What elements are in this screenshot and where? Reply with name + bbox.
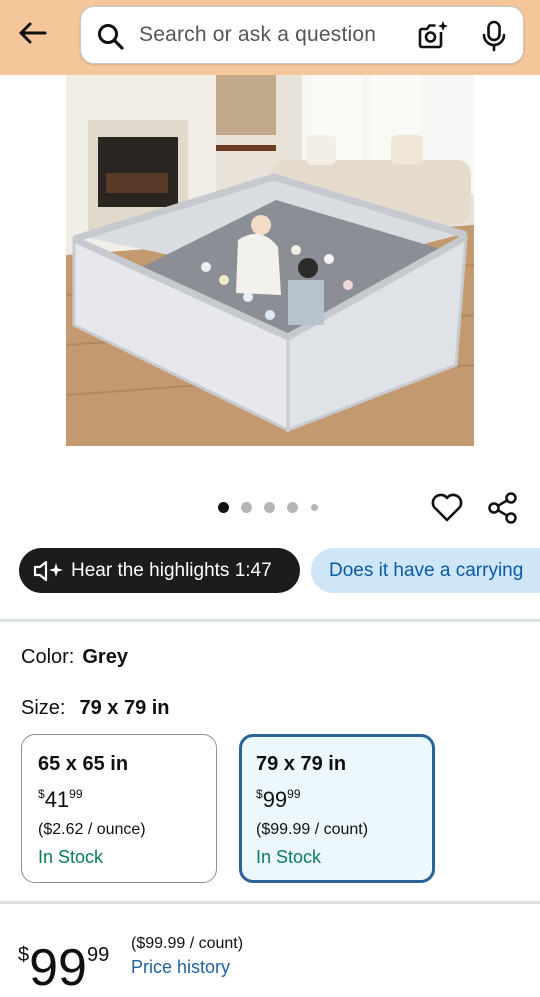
hear-highlights-button[interactable]: Hear the highlights 1:47	[19, 548, 300, 593]
color-label: Color:	[21, 646, 75, 668]
hear-highlights-label: Hear the highlights 1:47	[71, 559, 272, 581]
speaker-sparkle-icon	[33, 560, 65, 582]
playpen-photo	[66, 75, 474, 446]
size-option-stock: In Stock	[38, 847, 104, 867]
color-value: Grey	[82, 646, 128, 668]
color-row: Color: Grey	[21, 646, 128, 669]
carousel-dot[interactable]	[218, 502, 229, 513]
back-button[interactable]	[14, 17, 50, 49]
carousel-dot[interactable]	[264, 502, 275, 513]
camera-icon[interactable]	[417, 20, 449, 50]
price-history-link[interactable]: Price history	[131, 957, 230, 978]
size-label: Size:	[21, 697, 66, 719]
unit-price: ($99.99 / count)	[131, 935, 244, 952]
divider	[0, 901, 540, 904]
size-option-title: 65 x 65 in	[38, 753, 129, 775]
search-bar[interactable]: Search or ask a question	[80, 6, 524, 64]
size-option-stock: In Stock	[256, 847, 322, 867]
carousel-dot[interactable]	[287, 502, 298, 513]
top-bar: Search or ask a question	[0, 0, 540, 75]
size-value: 79 x 79 in	[79, 697, 170, 719]
carousel-dots[interactable]	[218, 502, 328, 514]
question-chip-label: Does it have a carrying	[329, 559, 524, 581]
carousel-dot[interactable]	[241, 502, 252, 513]
size-option-price: $9999	[256, 787, 301, 812]
heart-icon[interactable]	[430, 491, 464, 523]
size-option-unit-price: ($99.99 / count)	[256, 821, 369, 838]
product-image[interactable]	[66, 75, 474, 446]
main-price: $9999	[18, 939, 110, 997]
search-icon	[98, 24, 124, 50]
size-option-79[interactable]: 79 x 79 in $9999 ($99.99 / count) In Sto…	[239, 734, 435, 883]
question-chip[interactable]: Does it have a carrying	[311, 548, 540, 593]
size-row: Size: 79 x 79 in	[21, 697, 170, 720]
carousel-dot[interactable]	[311, 504, 318, 511]
size-option-title: 79 x 79 in	[256, 753, 347, 775]
size-option-65[interactable]: 65 x 65 in $4199 ($2.62 / ounce) In Stoc…	[21, 734, 217, 883]
search-input[interactable]: Search or ask a question	[139, 23, 376, 47]
arrow-left-icon	[19, 22, 47, 44]
divider	[0, 619, 540, 622]
size-option-unit-price: ($2.62 / ounce)	[38, 821, 146, 838]
microphone-icon[interactable]	[481, 20, 507, 52]
size-option-price: $4199	[38, 787, 83, 812]
share-icon[interactable]	[486, 491, 520, 525]
